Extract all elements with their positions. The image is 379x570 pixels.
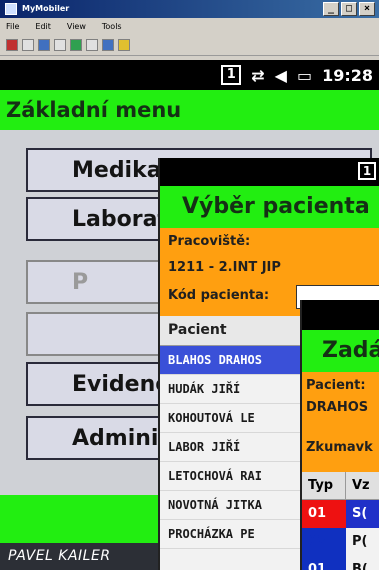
volume-icon[interactable]: ◀ bbox=[275, 66, 287, 85]
window-titlebar: MyMobiler _ □ × bbox=[0, 0, 379, 18]
menu-edit[interactable]: Edit bbox=[35, 22, 51, 36]
patient-label: Pacient: bbox=[306, 378, 366, 393]
dialog-topbar: 1 bbox=[160, 158, 379, 186]
window-controls: _ □ × bbox=[323, 2, 375, 16]
typ-cell: 02 bbox=[302, 528, 346, 556]
maximize-button[interactable]: □ bbox=[341, 2, 357, 16]
typ-cell: 01 bbox=[302, 556, 346, 570]
device-statusbar: 1 ⇄ ◀ ▭ 19:28 bbox=[0, 60, 379, 90]
settings-icon[interactable] bbox=[102, 39, 114, 51]
column-typ[interactable]: Typ bbox=[302, 472, 346, 500]
minimize-button[interactable]: _ bbox=[323, 2, 339, 16]
vz-cell: S( bbox=[346, 500, 379, 528]
copy-icon[interactable] bbox=[70, 39, 82, 51]
app-icon bbox=[5, 3, 17, 15]
workplace-label: Pracoviště: bbox=[168, 234, 251, 249]
page-title: Základní menu bbox=[0, 90, 379, 130]
table-row[interactable]: 02 P( bbox=[302, 528, 379, 556]
screen-icon[interactable] bbox=[54, 39, 66, 51]
menu-tools[interactable]: Tools bbox=[102, 22, 122, 36]
table-row[interactable]: 01 B( bbox=[302, 556, 379, 570]
vz-cell: B( bbox=[346, 556, 379, 570]
dialog-topbar bbox=[302, 300, 379, 330]
vz-cell: P( bbox=[346, 528, 379, 556]
patient-info-panel: Pacient: DRAHOS Zkumavk bbox=[302, 372, 379, 472]
sample-label: Zkumavk bbox=[306, 440, 373, 455]
sample-entry-dialog: Zadá Pacient: DRAHOS Zkumavk Typ Vz 01 S… bbox=[300, 300, 379, 570]
menu-view[interactable]: View bbox=[67, 22, 86, 36]
table-row[interactable]: 01 S( bbox=[302, 500, 379, 528]
connectivity-icon[interactable]: ⇄ bbox=[251, 66, 264, 85]
refresh-icon[interactable] bbox=[38, 39, 50, 51]
close-button[interactable]: × bbox=[359, 2, 375, 16]
sample-table-header: Typ Vz bbox=[302, 472, 379, 500]
paste-icon[interactable] bbox=[86, 39, 98, 51]
window-title: MyMobiler bbox=[22, 4, 70, 13]
column-vz[interactable]: Vz bbox=[346, 472, 379, 500]
typ-cell: 01 bbox=[302, 500, 346, 528]
dialog-title: Výběr pacienta bbox=[160, 186, 379, 228]
menu-file[interactable]: File bbox=[6, 22, 19, 36]
patient-value: DRAHOS bbox=[306, 400, 369, 415]
help-icon[interactable] bbox=[118, 39, 130, 51]
dialog-badge[interactable]: 1 bbox=[358, 162, 376, 180]
back-icon[interactable] bbox=[22, 39, 34, 51]
notification-badge[interactable]: 1 bbox=[221, 65, 242, 85]
clock[interactable]: 19:28 bbox=[322, 66, 373, 85]
workplace-value[interactable]: 1211 - 2.INT JIP bbox=[168, 260, 281, 275]
patient-code-label: Kód pacienta: bbox=[168, 288, 270, 303]
dialog-title: Zadá bbox=[302, 330, 379, 372]
stop-icon[interactable] bbox=[6, 39, 18, 51]
battery-icon[interactable]: ▭ bbox=[297, 66, 312, 85]
window-toolbar bbox=[0, 36, 379, 56]
window-menubar: File Edit View Tools bbox=[0, 18, 379, 36]
